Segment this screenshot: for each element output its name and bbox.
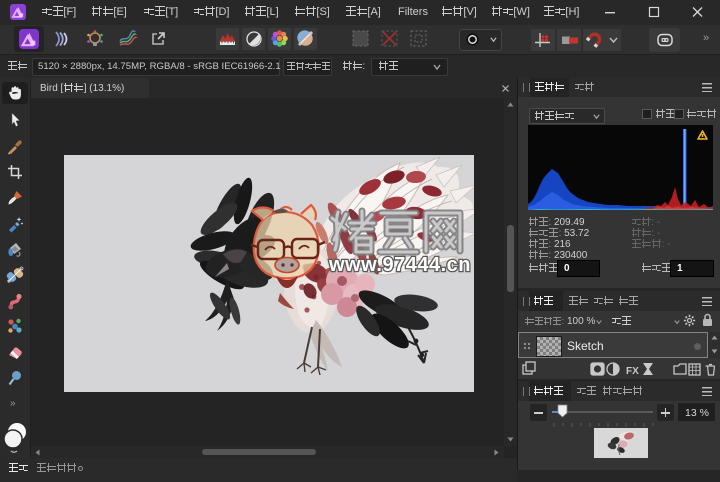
svg-text:www.97444.cn: www.97444.cn (328, 254, 471, 276)
svg-text:FX: FX (626, 366, 639, 377)
